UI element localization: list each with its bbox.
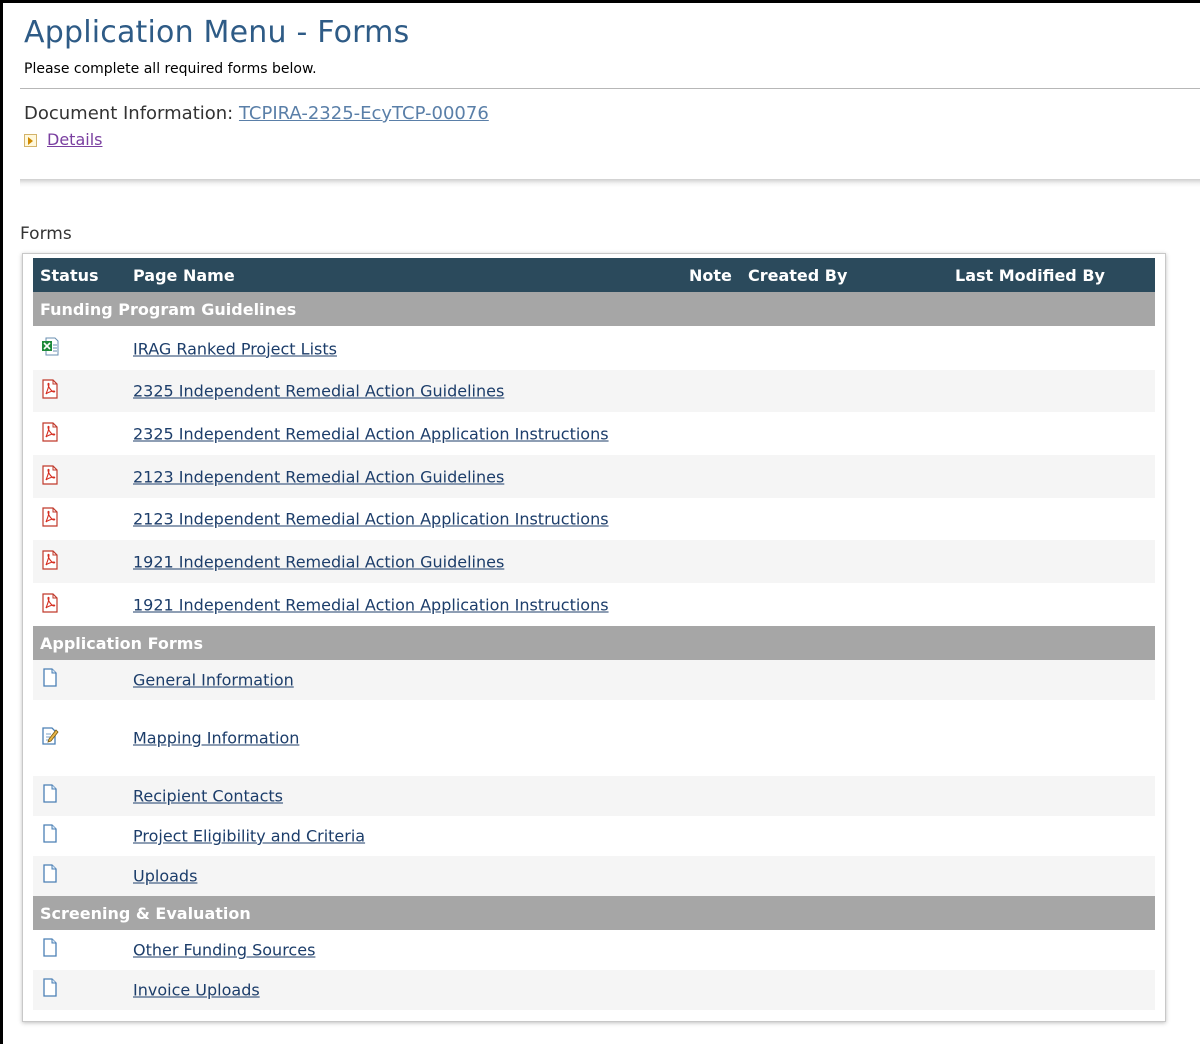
page-title: Application Menu - Forms [24,15,410,50]
form-link[interactable]: 2123 Independent Remedial Action Applica… [133,510,609,529]
blank-page-icon [41,864,59,884]
table-row: 2325 Independent Remedial Action Applica… [33,412,1155,455]
details-toggle[interactable]: Details [24,130,102,149]
page-subtitle: Please complete all required forms below… [24,61,317,77]
form-link[interactable]: 2123 Independent Remedial Action Guideli… [133,467,504,486]
table-row: 1921 Independent Remedial Action Applica… [33,583,1155,626]
excel-file-icon [41,337,59,357]
blank-page-icon [41,784,59,804]
group-header-funding: Funding Program Guidelines [33,292,1155,326]
pdf-file-icon [41,592,59,613]
table-row: Invoice Uploads [33,970,1155,1010]
section-separator [20,179,1200,187]
pdf-file-icon [41,507,59,527]
details-link[interactable]: Details [47,130,102,149]
form-link[interactable]: Mapping Information [133,729,299,748]
blank-page-icon [41,978,59,998]
group-title: Screening & Evaluation [40,904,251,923]
column-header-page-name: Page Name [133,266,235,285]
table-row: Recipient Contacts [33,776,1155,816]
table-row: 1921 Independent Remedial Action Guideli… [33,540,1155,583]
form-link[interactable]: 1921 Independent Remedial Action Applica… [133,595,609,614]
form-link[interactable]: Project Eligibility and Criteria [133,827,365,846]
table-header: Status Page Name Note Created By Last Mo… [33,258,1155,292]
window-left-border [0,0,3,1044]
pdf-file-icon [41,421,59,442]
table-row: General Information [33,660,1155,700]
group-title: Application Forms [40,634,203,653]
form-link[interactable]: Uploads [133,867,197,886]
column-header-status: Status [40,266,99,285]
form-link[interactable]: Invoice Uploads [133,981,260,1000]
column-header-created-by: Created By [748,266,848,285]
table-row: IRAG Ranked Project Lists [33,327,1155,370]
edit-page-icon [41,726,59,746]
expand-arrow-icon[interactable] [24,134,37,147]
table-row: Project Eligibility and Criteria [33,816,1155,856]
column-header-last-modified-by: Last Modified By [955,266,1105,285]
document-id-link[interactable]: TCPIRA-2325-EcyTCP-00076 [239,103,489,124]
form-link[interactable]: 2325 Independent Remedial Action Applica… [133,424,609,443]
document-info-label: Document Information: [24,103,234,124]
form-link[interactable]: Other Funding Sources [133,941,315,960]
group-title: Funding Program Guidelines [40,300,297,319]
form-link[interactable]: Recipient Contacts [133,787,283,806]
form-link[interactable]: 1921 Independent Remedial Action Guideli… [133,552,504,571]
table-row: Uploads [33,856,1155,896]
table-row: 2325 Independent Remedial Action Guideli… [33,370,1155,412]
pdf-file-icon [41,549,59,570]
group-header-screening: Screening & Evaluation [33,896,1155,930]
blank-page-icon [41,668,59,688]
forms-section-label: Forms [20,224,72,244]
group-header-application-forms: Application Forms [33,626,1155,660]
table-row: Mapping Information [33,700,1155,776]
document-information: Document Information: TCPIRA-2325-EcyTCP… [24,103,489,124]
pdf-file-icon [41,379,59,399]
blank-page-icon [41,938,59,958]
table-row: 2123 Independent Remedial Action Applica… [33,498,1155,540]
pdf-file-icon [41,464,59,485]
form-link[interactable]: General Information [133,671,294,690]
table-row: Other Funding Sources [33,930,1155,970]
column-header-note: Note [689,266,732,285]
table-row: 2123 Independent Remedial Action Guideli… [33,455,1155,498]
window-top-border [0,0,1200,3]
blank-page-icon [41,824,59,844]
form-link[interactable]: IRAG Ranked Project Lists [133,339,337,358]
form-link[interactable]: 2325 Independent Remedial Action Guideli… [133,382,504,401]
header-divider [20,88,1200,89]
